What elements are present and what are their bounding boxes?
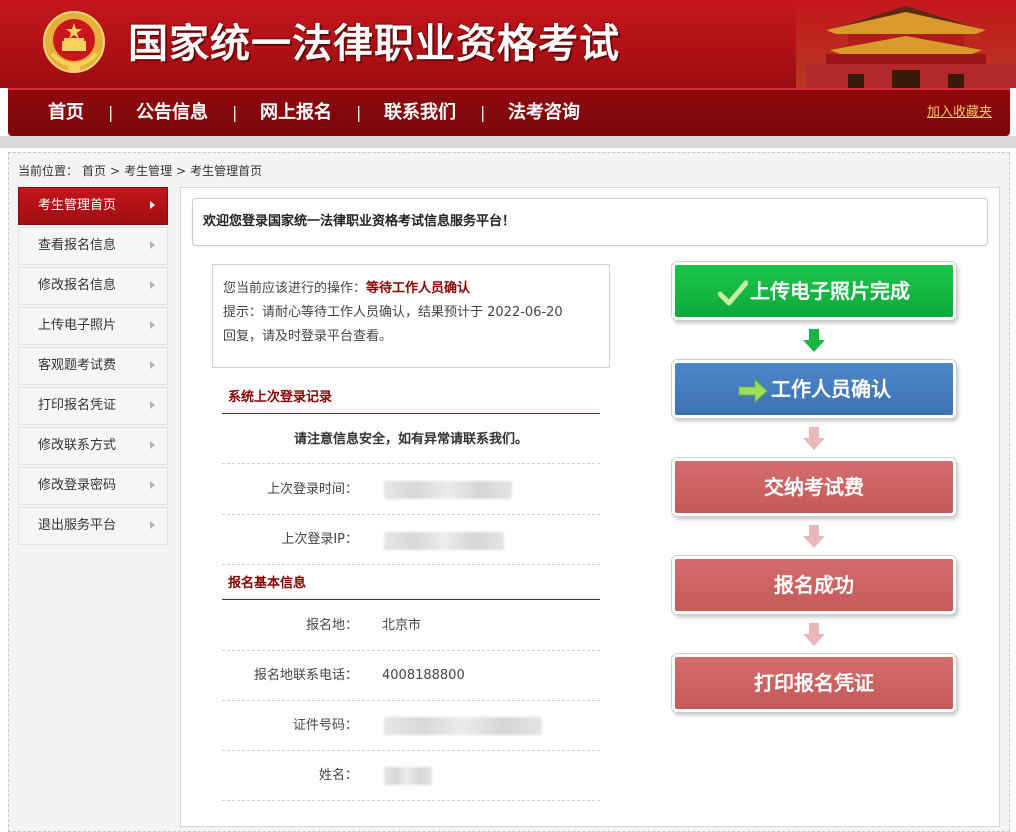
sidebar-item-label: 修改报名信息 [38,278,117,293]
breadcrumb-current: 考生管理首页 [190,164,263,178]
site-header: 国家统一法律职业资格考试 [0,0,1016,88]
chevron-right-icon [150,201,155,209]
breadcrumb-home[interactable]: 首页 [82,164,106,178]
nav-separator: | [108,103,114,122]
last-login-ip-row: 上次登录IP： [222,515,600,565]
step-label: 工作人员确认 [771,377,891,401]
chevron-right-icon [150,401,155,409]
arrow-down-icon [803,525,825,548]
chevron-right-icon [150,321,155,329]
divider-band [0,136,1016,148]
breadcrumb-label: 当前位置： [18,164,79,178]
sidebar-item-upload-photo[interactable]: 上传电子照片 [18,307,168,345]
id-number-row: 证件号码： [222,701,600,751]
arrow-down-icon [803,329,825,352]
sidebar-item-edit-registration[interactable]: 修改报名信息 [18,267,168,305]
id-number-label: 证件号码： [292,718,358,733]
sidebar-item-label: 打印报名凭证 [38,398,117,413]
login-record-title: 系统上次登录记录 [222,384,600,414]
nav-announcements[interactable]: 公告信息 [136,90,208,136]
breadcrumb: 当前位置： 首页 > 考生管理 > 考生管理首页 [18,162,266,179]
redacted-value [384,481,512,499]
step-print-certificate[interactable]: 打印报名凭证 [672,654,956,712]
operation-label: 您当前应该进行的操作： [223,281,367,296]
sidebar-item-print-certificate[interactable]: 打印报名凭证 [18,387,168,425]
tiananmen-gate-icon [796,0,1016,88]
registration-place-label: 报名地： [305,618,358,633]
nav-separator: | [480,103,486,122]
step-upload-photo-done[interactable]: 上传电子照片完成 [672,262,956,320]
hint-line-1: 提示：请耐心等待工作人员确认，结果预计于 2022-06-20 [223,305,563,320]
status-box: 您当前应该进行的操作：等待工作人员确认 提示：请耐心等待工作人员确认，结果预计于… [212,264,610,368]
arrow-right-icon [738,378,768,403]
sidebar-item-logout[interactable]: 退出服务平台 [18,507,168,545]
sidebar-item-edit-contact[interactable]: 修改联系方式 [18,427,168,465]
sidebar-item-label: 查看报名信息 [38,238,117,253]
nav-online-registration[interactable]: 网上报名 [260,90,332,136]
nav-exam-consult[interactable]: 法考咨询 [508,90,580,136]
site-title: 国家统一法律职业资格考试 [128,21,620,67]
sidebar-item-label: 退出服务平台 [38,518,117,533]
sidebar-item-home[interactable]: 考生管理首页 [18,187,168,225]
chevron-right-icon [150,241,155,249]
name-row: 姓名： [222,751,600,801]
nav-separator: | [356,103,362,122]
national-emblem-icon [43,11,105,73]
nav-home[interactable]: 首页 [48,90,84,136]
chevron-right-icon [150,521,155,529]
chevron-right-icon [150,481,155,489]
arrow-down-icon [803,623,825,646]
step-pay-fee[interactable]: 交纳考试费 [672,458,956,516]
registration-phone-row: 报名地联系电话： 4008188800 [222,651,600,701]
step-registration-success[interactable]: 报名成功 [672,556,956,614]
sidebar: 考生管理首页 查看报名信息 修改报名信息 上传电子照片 客观题考试费 打印报名凭… [18,187,168,547]
breadcrumb-sep: > [176,164,187,178]
step-label: 交纳考试费 [764,475,864,499]
registration-place-value: 北京市 [382,618,422,633]
checkmark-icon [718,280,748,305]
main-nav: 首页 | 公告信息 | 网上报名 | 联系我们 | 法考咨询 加入收藏夹 [8,88,1010,136]
nav-contact-us[interactable]: 联系我们 [384,90,456,136]
nav-separator: | [232,103,238,122]
sidebar-item-label: 修改登录密码 [38,478,117,493]
arrow-down-icon [803,427,825,450]
redacted-value [384,717,542,735]
sidebar-item-change-password[interactable]: 修改登录密码 [18,467,168,505]
redacted-value [384,767,432,785]
chevron-right-icon [150,441,155,449]
last-login-time-row: 上次登录时间： [222,465,600,515]
name-label: 姓名： [318,768,358,783]
last-login-ip-label: 上次登录IP： [281,532,358,547]
hint-line-2: 回复，请及时登录平台查看。 [223,329,393,344]
welcome-message: 欢迎您登录国家统一法律职业资格考试信息服务平台！ [192,198,988,246]
security-notice: 请注意信息安全，如有异常请联系我们。 [222,416,600,464]
sidebar-item-view-registration[interactable]: 查看报名信息 [18,227,168,265]
current-operation: 您当前应该进行的操作：等待工作人员确认 [223,277,599,301]
last-login-time-label: 上次登录时间： [266,482,358,497]
step-label: 上传电子照片完成 [750,279,910,303]
sidebar-item-label: 客观题考试费 [38,358,117,373]
chevron-right-icon [150,281,155,289]
step-label: 打印报名凭证 [754,671,874,695]
breadcrumb-sep: > [110,164,121,178]
redacted-value [384,532,504,550]
sidebar-item-label: 考生管理首页 [38,198,117,213]
registration-phone-label: 报名地联系电话： [253,668,358,683]
registration-place-row: 报名地： 北京市 [222,601,600,651]
add-bookmark-link[interactable]: 加入收藏夹 [927,90,992,136]
step-staff-confirm[interactable]: 工作人员确认 [672,360,956,418]
breadcrumb-student-mgmt[interactable]: 考生管理 [124,164,172,178]
sidebar-item-exam-fee[interactable]: 客观题考试费 [18,347,168,385]
basic-info-title: 报名基本信息 [222,570,600,600]
operation-value: 等待工作人员确认 [366,281,471,296]
sidebar-item-label: 上传电子照片 [38,318,117,333]
chevron-right-icon [150,361,155,369]
registration-phone-value: 4008188800 [382,668,465,683]
step-label: 报名成功 [774,573,854,597]
sidebar-item-label: 修改联系方式 [38,438,117,453]
